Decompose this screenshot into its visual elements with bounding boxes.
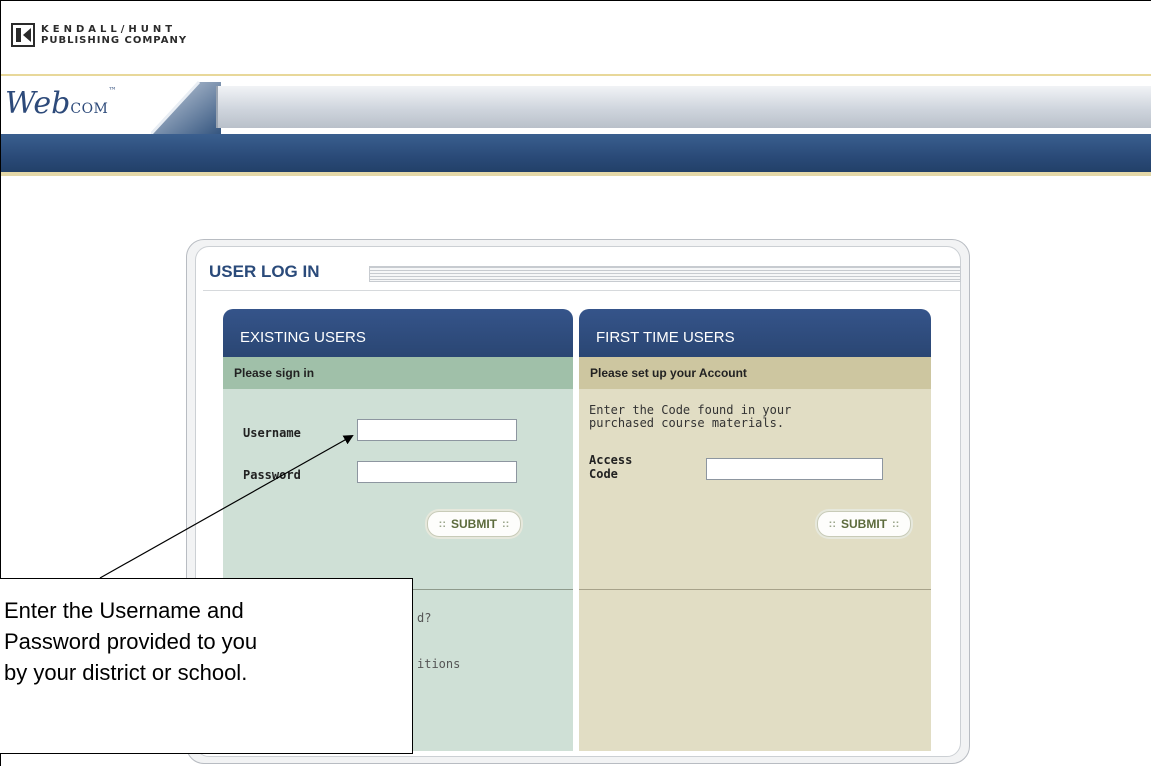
existing-users-subheader: Please sign in (223, 357, 573, 389)
existing-users-header: EXISTING USERS (223, 309, 573, 357)
banner-gold-rule (1, 172, 1151, 176)
forgot-password-link[interactable]: d? (417, 611, 431, 625)
publisher-name-line1: KENDALL/HUNT (41, 24, 177, 35)
instruction-callout: Enter the Username and Password provided… (0, 578, 413, 754)
username-label: Username (243, 426, 301, 440)
publisher-logo[interactable]: KENDALL/HUNT PUBLISHING COMPANY (11, 23, 187, 47)
first-time-users-header: FIRST TIME USERS (579, 309, 931, 357)
access-code-instructions-line2: purchased course materials. (589, 416, 785, 430)
sign-in-prompt: Please sign in (234, 366, 315, 380)
callout-text: Enter the Username and Password provided… (4, 598, 258, 685)
product-banner: WebCOM ™ (1, 76, 1151, 136)
password-input[interactable] (357, 461, 517, 483)
button-dots-icon: :: (892, 518, 900, 530)
title-decoration-lines (369, 266, 961, 282)
first-time-submit-button[interactable]: :: SUBMIT :: (817, 511, 911, 537)
title-divider (203, 290, 960, 291)
username-input[interactable] (357, 419, 517, 441)
first-time-submit-label: SUBMIT (841, 517, 887, 531)
banner-silver-bar (216, 86, 1151, 128)
webcom-logo-web: Web (5, 86, 71, 121)
terms-link[interactable]: itions (417, 657, 460, 671)
login-title: USER LOG IN (209, 262, 320, 281)
banner-swoosh-graphic (151, 80, 221, 136)
publisher-header: KENDALL/HUNT PUBLISHING COMPANY (1, 1, 1151, 74)
setup-account-prompt: Please set up your Account (590, 366, 747, 380)
access-code-label-line2: Code (589, 467, 618, 481)
password-label: Password (243, 468, 301, 482)
banner-blue-band (1, 134, 1151, 172)
button-dots-icon: :: (828, 518, 836, 530)
webcom-logo[interactable]: WebCOM ™ (5, 86, 117, 121)
existing-users-heading: EXISTING USERS (240, 329, 366, 346)
first-time-section-divider (579, 589, 931, 590)
existing-submit-button[interactable]: :: SUBMIT :: (427, 511, 521, 537)
button-dots-icon: :: (502, 518, 510, 530)
access-code-label-line1: Access (589, 453, 633, 467)
access-code-input[interactable] (706, 458, 883, 480)
webcom-logo-tm: ™ (108, 86, 117, 95)
first-time-users-section: FIRST TIME USERS Please set up your Acco… (579, 309, 931, 751)
webcom-logo-com: COM (70, 101, 109, 117)
existing-submit-label: SUBMIT (451, 517, 497, 531)
publisher-name-line2: PUBLISHING COMPANY (41, 35, 188, 46)
kendall-hunt-logo-icon (11, 23, 35, 47)
first-time-users-heading: FIRST TIME USERS (596, 329, 735, 346)
login-title-row: USER LOG IN (203, 262, 961, 286)
first-time-users-subheader: Please set up your Account (579, 357, 931, 389)
button-dots-icon: :: (438, 518, 446, 530)
